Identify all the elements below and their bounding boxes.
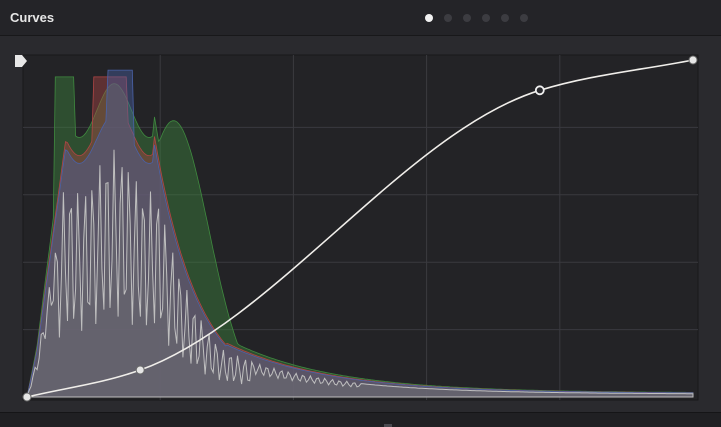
control-point-handle[interactable] <box>22 392 32 402</box>
curve-editor[interactable] <box>0 0 721 426</box>
bottom-bar <box>0 412 721 427</box>
control-point-handle[interactable] <box>534 85 545 96</box>
control-point-handle[interactable] <box>135 365 145 375</box>
curves-panel: Curves <box>0 0 721 427</box>
range-handle-icon[interactable] <box>14 54 28 68</box>
control-point-handle[interactable] <box>688 55 698 65</box>
